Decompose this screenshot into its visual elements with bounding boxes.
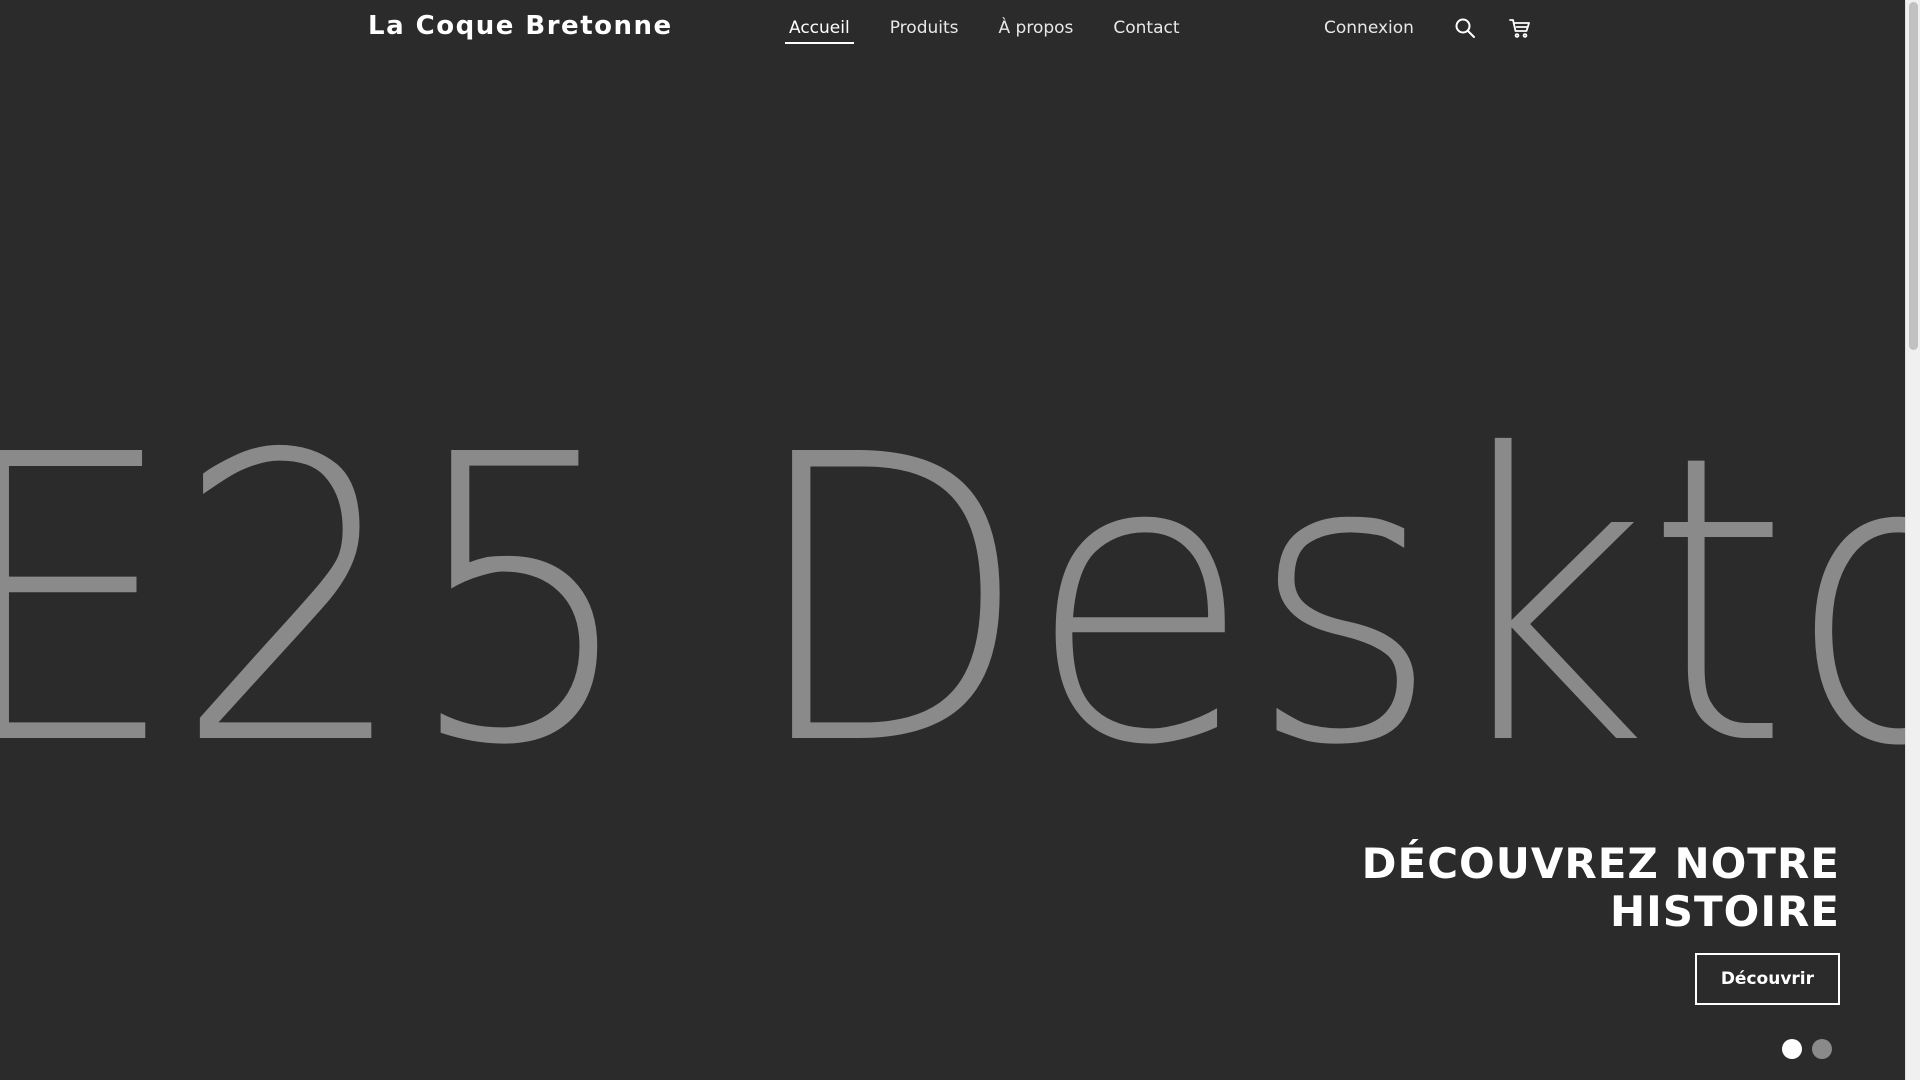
scrollbar-thumb[interactable]	[1909, 2, 1918, 350]
main-nav: Accueil Produits À propos Contact	[785, 0, 1184, 56]
search-button[interactable]	[1450, 13, 1480, 43]
hero-cta: DÉCOUVREZ NOTRE HISTOIRE Découvrir	[1362, 840, 1840, 1005]
vertical-scrollbar[interactable]	[1905, 0, 1920, 1080]
hero-title-line1: DÉCOUVREZ NOTRE	[1361, 839, 1840, 888]
login-link[interactable]: Connexion	[1324, 18, 1414, 38]
hero-title: DÉCOUVREZ NOTRE HISTOIRE	[1362, 840, 1840, 936]
brand-logo-text[interactable]: La Coque Bretonne	[368, 11, 673, 41]
discover-button[interactable]: Découvrir	[1694, 953, 1840, 1005]
site-header: La Coque Bretonne Accueil Produits À pro…	[0, 0, 1905, 56]
nav-item-contact[interactable]: Contact	[1109, 0, 1183, 56]
cart-button[interactable]	[1505, 13, 1535, 43]
nav-item-accueil[interactable]: Accueil	[785, 0, 854, 56]
slider-dots	[1782, 1039, 1832, 1059]
slider-dot-2[interactable]	[1812, 1039, 1832, 1059]
nav-item-a-propos[interactable]: À propos	[995, 0, 1078, 56]
hero-background-text: E25 Deskto	[0, 372, 1920, 832]
page: La Coque Bretonne Accueil Produits À pro…	[0, 0, 1920, 1080]
hero-title-line2: HISTOIRE	[1609, 887, 1840, 936]
slider-dot-1[interactable]	[1782, 1039, 1802, 1059]
search-icon	[1455, 18, 1475, 38]
nav-item-produits[interactable]: Produits	[886, 0, 963, 56]
header-tools: Connexion	[1324, 0, 1535, 56]
cart-icon	[1509, 19, 1530, 38]
